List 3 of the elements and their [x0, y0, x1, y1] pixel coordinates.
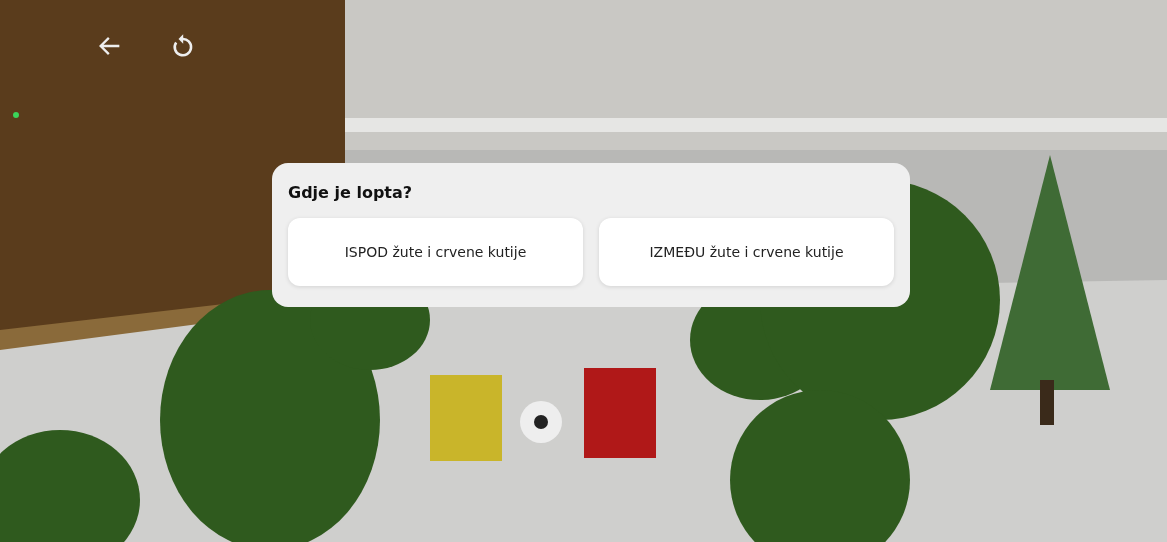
answer-button[interactable]: IZMEĐU žute i crvene kutije [599, 218, 894, 286]
answer-button[interactable]: ISPOD žute i crvene kutije [288, 218, 583, 286]
question-title: Gdje je lopta? [288, 183, 414, 202]
